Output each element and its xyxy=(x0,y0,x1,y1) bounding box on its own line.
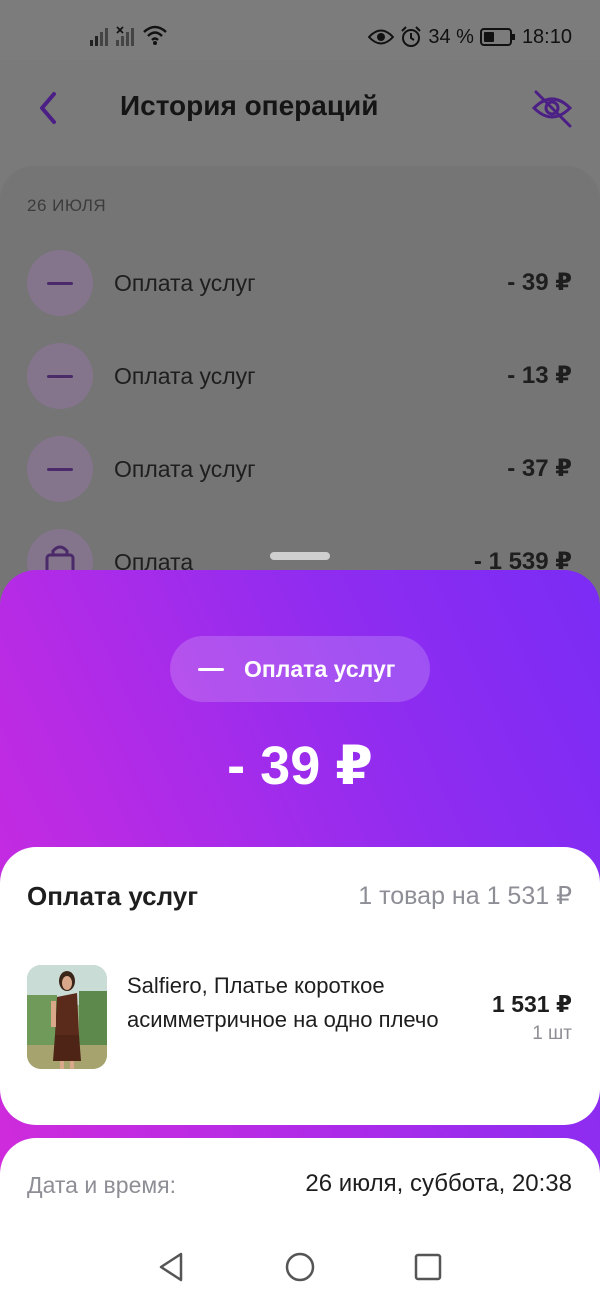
date-time-value: 26 июля, суббота, 20:38 xyxy=(305,1170,572,1197)
page-title: История операций xyxy=(120,90,379,121)
transaction-name: Оплата услуг xyxy=(114,456,256,482)
date-header: 26 ИЮЛЯ xyxy=(27,196,107,215)
transaction-name: Оплата услуг xyxy=(114,270,256,296)
transaction-amount: - 13 ₽ xyxy=(507,362,572,389)
battery-percent: 34 % xyxy=(428,26,474,48)
operation-amount: - 39 ₽ xyxy=(227,736,373,796)
alarm-icon xyxy=(401,26,422,47)
minus-icon xyxy=(27,436,93,502)
transaction-amount: - 37 ₽ xyxy=(507,455,572,482)
battery-icon xyxy=(479,28,515,46)
clock: 18:10 xyxy=(521,26,572,48)
product-image[interactable] xyxy=(27,965,107,1069)
nav-back-button[interactable] xyxy=(154,1249,190,1285)
category-label: Оплата услуг xyxy=(244,656,396,682)
minus-icon xyxy=(27,343,93,409)
product-price: 1 531 ₽ xyxy=(492,991,572,1017)
status-right: 34 % 18:10 xyxy=(368,24,572,50)
hide-balance-button[interactable] xyxy=(528,84,576,132)
list-item[interactable]: Оплата услуг - 39 ₽ xyxy=(0,242,600,322)
minus-icon xyxy=(198,668,224,671)
category-chip: Оплата услуг xyxy=(170,636,430,702)
purchase-card: Оплата услуг 1 товар на 1 531 ₽ Salfiero… xyxy=(0,847,600,1125)
app-header: История операций xyxy=(0,60,600,154)
date-time-label: Дата и время: xyxy=(27,1172,177,1198)
list-item[interactable]: Оплата услуг - 13 ₽ xyxy=(0,335,600,415)
product-quantity: 1 шт xyxy=(532,1023,572,1044)
transaction-amount: - 39 ₽ xyxy=(507,269,572,296)
transaction-name: Оплата услуг xyxy=(114,363,256,389)
list-item[interactable]: Оплата услуг - 37 ₽ xyxy=(0,428,600,508)
purchase-title: Оплата услуг xyxy=(27,881,199,911)
signal-off-icon xyxy=(116,26,134,46)
product-name[interactable]: Salfiero, Платье короткое асимметричное … xyxy=(127,969,447,1037)
purchase-summary: 1 товар на 1 531 ₽ xyxy=(358,882,572,910)
eye-icon xyxy=(368,29,395,45)
back-button[interactable] xyxy=(30,86,66,130)
signal-icon xyxy=(90,28,108,46)
triangle-back-icon xyxy=(159,1252,183,1282)
square-recents-icon xyxy=(414,1253,442,1281)
sheet-drag-handle[interactable] xyxy=(270,552,330,560)
chevron-left-icon xyxy=(40,92,56,124)
circle-home-icon xyxy=(285,1252,315,1282)
wifi-icon xyxy=(143,25,167,45)
nav-home-button[interactable] xyxy=(282,1249,318,1285)
signal-icons xyxy=(90,24,168,46)
nav-recents-button[interactable] xyxy=(410,1249,446,1285)
minus-icon xyxy=(27,250,93,316)
eye-off-icon xyxy=(531,90,573,128)
system-nav-bar xyxy=(0,1233,600,1299)
